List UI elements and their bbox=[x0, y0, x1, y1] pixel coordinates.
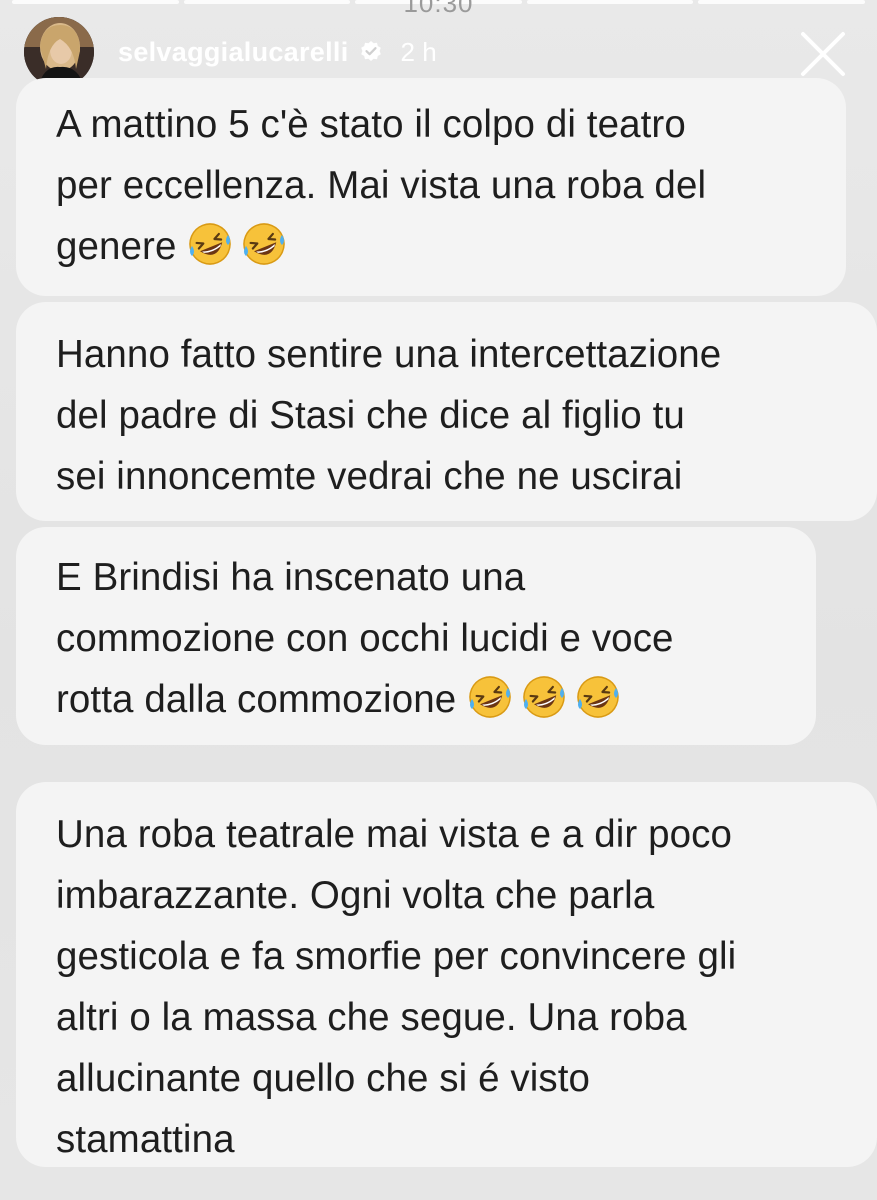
message-line: imbarazzante. Ogni volta che parla bbox=[56, 874, 655, 917]
story-time-ago: 2 h bbox=[400, 36, 437, 67]
avatar[interactable] bbox=[24, 17, 94, 87]
rolling-on-floor-laughing-icon bbox=[467, 674, 513, 720]
message-line: stamattina bbox=[56, 1118, 235, 1161]
message-line: Una roba teatrale mai vista e a dir poco bbox=[56, 813, 732, 856]
message-bubble: A mattino 5 c'è stato il colpo di teatro… bbox=[16, 78, 846, 296]
message-bubble: Hanno fatto sentire una intercettazione … bbox=[16, 302, 877, 521]
message-line: Hanno fatto sentire una intercettazione bbox=[56, 333, 722, 376]
message-line: rotta dalla commozione bbox=[56, 678, 457, 721]
rolling-on-floor-laughing-icon bbox=[187, 221, 233, 267]
message-line: per eccellenza. Mai vista una roba del bbox=[56, 164, 707, 207]
close-button[interactable] bbox=[797, 28, 849, 80]
rolling-on-floor-laughing-icon bbox=[521, 674, 567, 720]
message-line-with-emoji: rotta dalla commozione bbox=[56, 669, 816, 730]
message-bubble: Una roba teatrale mai vista e a dir poco… bbox=[16, 782, 877, 1167]
message-line: allucinante quello che si é visto bbox=[56, 1057, 591, 1100]
rolling-on-floor-laughing-icon bbox=[575, 674, 621, 720]
story-header: selvaggialucarelli 2 h bbox=[24, 17, 863, 87]
message-line: del padre di Stasi che dice al figlio tu bbox=[56, 394, 685, 437]
message-line: altri o la massa che segue. Una roba bbox=[56, 996, 687, 1039]
emoji-group bbox=[467, 676, 629, 721]
close-icon bbox=[801, 32, 845, 76]
verified-badge-icon bbox=[359, 40, 383, 64]
message-line: sei innoncemte vedrai che ne uscirai bbox=[56, 455, 683, 498]
message-bubble: E Brindisi ha inscenato una commozione c… bbox=[16, 527, 816, 745]
story-username[interactable]: selvaggialucarelli bbox=[118, 37, 349, 68]
rolling-on-floor-laughing-icon bbox=[241, 221, 287, 267]
message-line: gesticola e fa smorfie per convincere gl… bbox=[56, 935, 737, 978]
message-line-with-emoji: genere bbox=[56, 216, 846, 277]
status-bar-clock: 10:30 bbox=[403, 0, 474, 18]
emoji-group bbox=[187, 223, 295, 268]
message-line: commozione con occhi lucidi e voce bbox=[56, 617, 674, 660]
message-line: A mattino 5 c'è stato il colpo di teatro bbox=[56, 103, 686, 146]
message-line: E Brindisi ha inscenato una bbox=[56, 556, 526, 599]
message-line: genere bbox=[56, 225, 177, 268]
